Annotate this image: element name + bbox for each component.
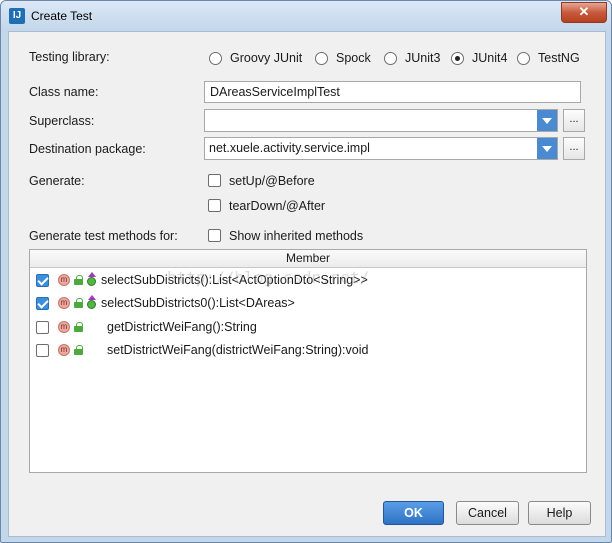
public-lock-icon xyxy=(74,322,83,332)
radio-spock[interactable] xyxy=(315,52,328,65)
destination-package-combo[interactable]: net.xuele.activity.service.impl xyxy=(204,137,558,160)
member-checkbox[interactable] xyxy=(36,321,49,334)
setup-checkbox-label[interactable]: setUp/@Before xyxy=(229,174,315,188)
member-signature: selectSubDistricts0():List<DAreas> xyxy=(101,296,295,310)
radio-junit3[interactable] xyxy=(384,52,397,65)
setup-checkbox[interactable] xyxy=(208,174,221,187)
ok-button[interactable]: OK xyxy=(383,501,444,525)
override-icon xyxy=(87,295,97,309)
teardown-checkbox[interactable] xyxy=(208,199,221,212)
radio-junit4[interactable] xyxy=(451,52,464,65)
class-name-input[interactable]: DAreasServiceImplTest xyxy=(204,81,581,103)
method-icon: m xyxy=(58,274,70,286)
radio-testng[interactable] xyxy=(517,52,530,65)
close-button[interactable]: ✕ xyxy=(561,2,607,23)
destination-package-dropdown-arrow-icon[interactable] xyxy=(537,138,557,159)
override-icon xyxy=(87,272,97,286)
teardown-checkbox-label[interactable]: tearDown/@After xyxy=(229,199,325,213)
class-name-label: Class name: xyxy=(29,85,99,99)
generate-label: Generate: xyxy=(29,174,85,188)
cancel-button[interactable]: Cancel xyxy=(456,501,519,525)
superclass-dropdown-arrow-icon[interactable] xyxy=(537,110,557,131)
destination-package-label: Destination package: xyxy=(29,142,146,156)
radio-groovy-junit[interactable] xyxy=(209,52,222,65)
radio-spock-label[interactable]: Spock xyxy=(336,51,371,65)
member-column-header[interactable]: Member xyxy=(30,250,586,268)
table-row[interactable]: m selectSubDistricts0():List<DAreas> xyxy=(30,292,586,315)
title-bar[interactable]: IJ Create Test ✕ xyxy=(1,1,611,31)
radio-junit4-label[interactable]: JUnit4 xyxy=(472,51,507,65)
destination-package-browse-button[interactable]: ... xyxy=(563,137,585,160)
member-checkbox[interactable] xyxy=(36,344,49,357)
method-icon: m xyxy=(58,321,70,333)
table-row[interactable]: m setDistrictWeiFang(districtWeiFang:Str… xyxy=(30,339,586,362)
show-inherited-checkbox[interactable] xyxy=(208,229,221,242)
radio-testng-label[interactable]: TestNG xyxy=(538,51,580,65)
help-button[interactable]: Help xyxy=(528,501,591,525)
method-icon: m xyxy=(58,297,70,309)
show-inherited-label[interactable]: Show inherited methods xyxy=(229,229,363,243)
public-lock-icon xyxy=(74,298,83,308)
dialog-content: Testing library: Groovy JUnit Spock JUni… xyxy=(8,31,606,537)
intellij-app-icon: IJ xyxy=(9,8,25,24)
window-title: Create Test xyxy=(31,9,93,23)
radio-junit3-label[interactable]: JUnit3 xyxy=(405,51,440,65)
public-lock-icon xyxy=(74,345,83,355)
member-signature: getDistrictWeiFang():String xyxy=(107,320,257,334)
generate-methods-label: Generate test methods for: xyxy=(29,229,178,243)
method-icon: m xyxy=(58,344,70,356)
public-lock-icon xyxy=(74,275,83,285)
radio-groovy-junit-label[interactable]: Groovy JUnit xyxy=(230,51,302,65)
superclass-browse-button[interactable]: ... xyxy=(563,109,585,132)
member-checkbox[interactable] xyxy=(36,297,49,310)
testing-library-label: Testing library: xyxy=(29,50,110,64)
create-test-dialog: IJ Create Test ✕ Testing library: Groovy… xyxy=(0,0,612,543)
superclass-combo[interactable] xyxy=(204,109,558,132)
destination-package-value: net.xuele.activity.service.impl xyxy=(209,141,370,155)
watermark-text: http://blog.csdn.net/ xyxy=(167,268,370,287)
superclass-label: Superclass: xyxy=(29,114,95,128)
member-signature: setDistrictWeiFang(districtWeiFang:Strin… xyxy=(107,343,369,357)
table-row[interactable]: m getDistrictWeiFang():String xyxy=(30,316,586,339)
member-checkbox[interactable] xyxy=(36,274,49,287)
